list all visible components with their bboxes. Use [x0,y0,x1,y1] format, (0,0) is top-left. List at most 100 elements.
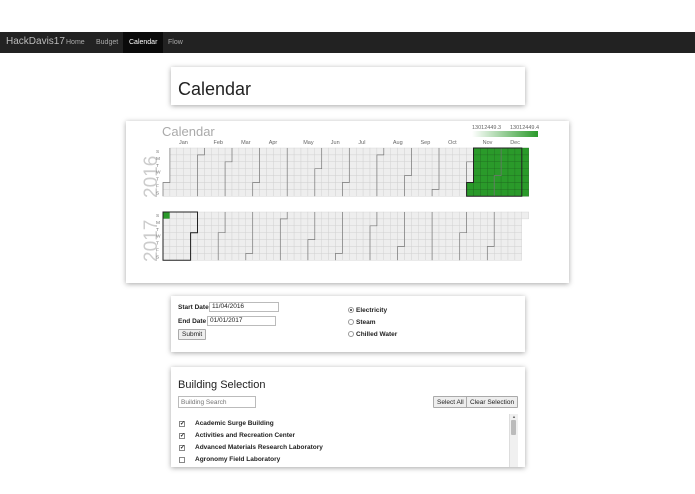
day-cell[interactable] [418,168,426,176]
day-cell[interactable] [204,218,212,227]
day-cell[interactable] [169,182,178,190]
day-cell[interactable] [328,168,336,176]
day-cell[interactable] [286,225,295,233]
day-cell[interactable] [259,253,267,261]
day-cell[interactable] [521,175,529,183]
day-cell[interactable] [231,253,240,261]
day-cell[interactable] [321,232,329,240]
day-cell[interactable] [211,253,219,261]
day-cell[interactable] [252,218,260,227]
day-cell[interactable] [204,225,212,233]
day-cell[interactable] [342,168,350,176]
day-cell[interactable] [411,189,419,197]
day-cell[interactable] [293,239,302,247]
day-cell[interactable] [390,253,398,261]
day-cell[interactable] [349,189,357,197]
day-cell[interactable] [480,161,488,169]
day-cell[interactable] [480,175,488,183]
day-cell[interactable] [314,154,322,163]
day-cell[interactable] [266,225,274,233]
day-cell[interactable] [355,239,364,247]
nav-calendar[interactable]: Calendar [123,32,164,53]
day-cell[interactable] [411,246,419,254]
day-cell[interactable] [445,232,453,240]
day-cell[interactable] [466,232,474,240]
day-cell[interactable] [500,253,509,261]
day-cell[interactable] [445,168,453,176]
day-cell[interactable] [404,225,412,233]
day-cell[interactable] [507,154,516,163]
day-cell[interactable] [286,232,295,240]
day-cell[interactable] [162,232,171,240]
day-cell[interactable] [487,168,495,176]
day-cell[interactable] [459,246,467,254]
day-cell[interactable] [390,175,398,183]
day-cell[interactable] [404,161,412,169]
day-cell[interactable] [390,161,398,169]
day-cell[interactable] [245,161,253,169]
day-cell[interactable] [383,182,391,190]
day-cell[interactable] [507,147,516,156]
day-cell[interactable] [383,211,391,220]
day-cell[interactable] [431,253,440,261]
day-cell[interactable] [204,182,212,190]
day-cell[interactable] [342,246,350,254]
day-cell[interactable] [328,218,336,227]
day-cell[interactable] [500,147,509,156]
day-cell[interactable] [238,189,247,197]
day-cell[interactable] [211,161,219,169]
day-cell[interactable] [500,175,509,183]
day-cell[interactable] [507,225,516,233]
day-cell[interactable] [431,168,440,176]
day-cell[interactable] [452,154,460,163]
day-cell[interactable] [280,239,288,247]
day-cell[interactable] [259,225,267,233]
day-cell[interactable] [425,154,433,163]
day-cell[interactable] [362,168,371,176]
day-cell[interactable] [404,189,412,197]
day-cell[interactable] [307,161,315,169]
day-cell[interactable] [211,147,219,156]
day-cell[interactable] [321,154,329,163]
day-cell[interactable] [383,225,391,233]
day-cell[interactable] [321,182,329,190]
day-cell[interactable] [259,232,267,240]
day-cell[interactable] [376,246,384,254]
day-cell[interactable] [266,154,274,163]
day-cell[interactable] [183,225,191,233]
day-cell[interactable] [300,253,309,261]
day-cell[interactable] [500,239,509,247]
day-cell[interactable] [335,246,343,254]
day-cell[interactable] [328,189,336,197]
day-cell[interactable] [286,168,295,176]
day-cell[interactable] [273,239,281,247]
day-cell[interactable] [321,175,329,183]
day-cell[interactable] [162,182,171,190]
day-cell[interactable] [480,182,488,190]
building-search-input[interactable] [178,396,256,408]
day-cell[interactable] [425,225,433,233]
day-cell[interactable] [473,253,481,261]
day-cell[interactable] [418,246,426,254]
day-cell[interactable] [349,225,357,233]
day-cell[interactable] [197,239,205,247]
day-cell[interactable] [369,232,378,240]
day-cell[interactable] [231,189,240,197]
day-cell[interactable] [211,225,219,233]
day-cell[interactable] [190,168,198,176]
day-cell[interactable] [321,147,329,156]
day-cell[interactable] [280,147,288,156]
day-cell[interactable] [335,232,343,240]
day-cell[interactable] [494,211,502,220]
day-cell[interactable] [514,182,522,190]
day-cell[interactable] [266,161,274,169]
day-cell[interactable] [349,239,357,247]
day-cell[interactable] [273,232,281,240]
day-cell[interactable] [328,161,336,169]
day-cell[interactable] [383,218,391,227]
day-cell[interactable] [418,154,426,163]
day-cell[interactable] [445,147,453,156]
day-cell[interactable] [362,147,371,156]
day-cell[interactable] [507,189,516,197]
day-cell[interactable] [480,253,488,261]
